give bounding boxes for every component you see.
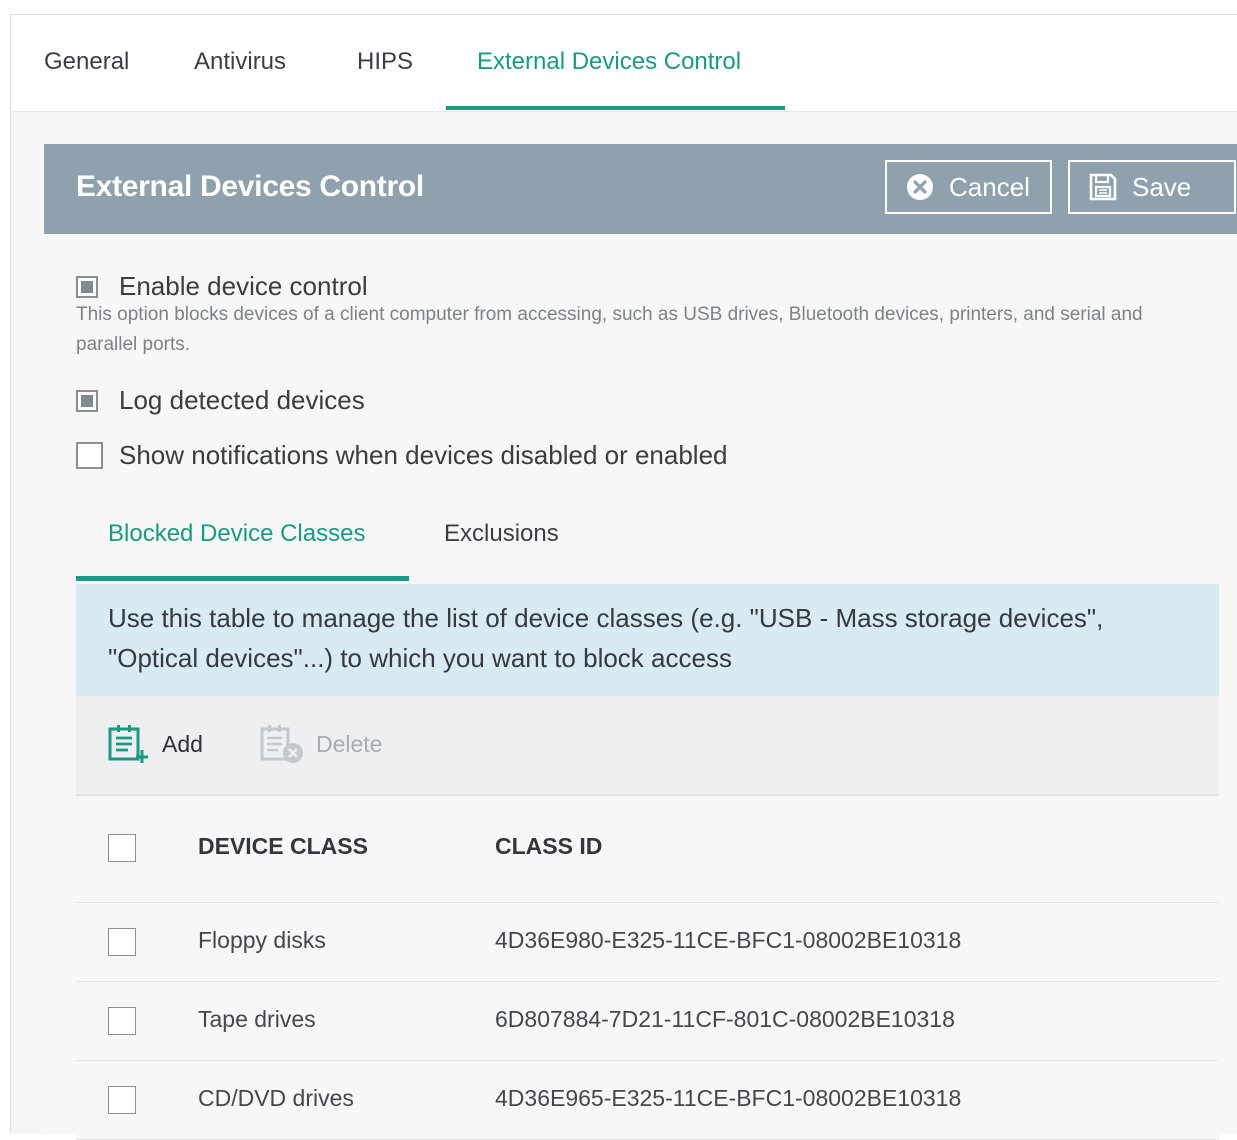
log-detected-devices-label: Log detected devices: [119, 385, 365, 415]
enable-device-control-description: This option blocks devices of a client c…: [76, 304, 1143, 355]
select-all-checkbox[interactable]: [108, 834, 136, 862]
close-circle-icon: [905, 172, 935, 202]
cancel-button-label: Cancel: [949, 171, 1030, 202]
add-button[interactable]: Add: [108, 724, 203, 764]
cancel-button[interactable]: Cancel: [885, 160, 1052, 214]
tab-hips[interactable]: HIPS: [357, 48, 413, 76]
row-checkbox[interactable]: [108, 1086, 136, 1114]
table-toolbar: Add Delete: [76, 696, 1219, 796]
table-row[interactable]: Tape drives 6D807884-7D21-11CF-801C-0800…: [76, 982, 1219, 1061]
class-id-cell: 6D807884-7D21-11CF-801C-08002BE10318: [495, 1006, 955, 1032]
panel-title: External Devices Control: [76, 170, 424, 203]
enable-device-control-checkbox[interactable]: [76, 275, 98, 298]
tab-exclusions[interactable]: Exclusions: [444, 520, 559, 548]
column-header-device-class[interactable]: DEVICE CLASS: [198, 833, 368, 860]
clipboard-delete-icon: [260, 724, 304, 764]
device-class-cell: Floppy disks: [198, 927, 326, 953]
show-notifications-checkbox[interactable]: [76, 442, 103, 469]
table-header-row: DEVICE CLASS CLASS ID: [76, 796, 1219, 903]
class-id-cell: 4D36E980-E325-11CE-BFC1-08002BE10318: [495, 927, 962, 953]
enable-device-control-option[interactable]: Enable device control: [76, 271, 368, 302]
inner-active-tab-indicator: [76, 576, 409, 581]
delete-button-label: Delete: [316, 730, 383, 757]
floppy-disk-icon: [1088, 172, 1118, 202]
active-tab-indicator: [446, 106, 785, 110]
table-row[interactable]: Floppy disks 4D36E980-E325-11CE-BFC1-080…: [76, 903, 1219, 982]
policy-frame: General Antivirus HIPS External Devices …: [10, 14, 1237, 1140]
table-row[interactable]: CD/DVD drives 4D36E965-E325-11CE-BFC1-08…: [76, 1061, 1219, 1140]
device-class-cell: CD/DVD drives: [198, 1085, 354, 1111]
save-button-label: Save: [1132, 171, 1192, 202]
show-notifications-label: Show notifications when devices disabled…: [119, 440, 728, 470]
clipboard-add-icon: [108, 724, 150, 764]
log-detected-devices-checkbox[interactable]: [76, 389, 98, 412]
info-banner: Use this table to manage the list of dev…: [76, 584, 1219, 696]
log-detected-devices-option[interactable]: Log detected devices: [76, 385, 365, 416]
delete-button[interactable]: Delete: [260, 724, 382, 764]
device-classes-table: DEVICE CLASS CLASS ID Floppy disks 4D36E…: [76, 796, 1219, 1140]
add-button-label: Add: [162, 730, 203, 757]
column-header-class-id[interactable]: CLASS ID: [495, 833, 602, 860]
tab-blocked-device-classes[interactable]: Blocked Device Classes: [108, 520, 365, 548]
save-button[interactable]: Save: [1068, 160, 1236, 214]
row-checkbox[interactable]: [108, 928, 136, 956]
show-notifications-option[interactable]: Show notifications when devices disabled…: [76, 440, 728, 471]
top-tab-bar: General Antivirus HIPS External Devices …: [11, 15, 1237, 112]
external-devices-control-panel: External Devices Control Cancel Save Ena…: [44, 144, 1237, 1140]
class-id-cell: 4D36E965-E325-11CE-BFC1-08002BE10318: [495, 1085, 962, 1111]
enable-device-control-label: Enable device control: [119, 271, 368, 301]
tab-general[interactable]: General: [44, 48, 129, 76]
tab-external-devices-control[interactable]: External Devices Control: [477, 48, 741, 76]
device-class-cell: Tape drives: [198, 1006, 316, 1032]
row-checkbox[interactable]: [108, 1007, 136, 1035]
panel-header: External Devices Control Cancel Save: [44, 144, 1237, 234]
tab-antivirus[interactable]: Antivirus: [194, 48, 286, 76]
